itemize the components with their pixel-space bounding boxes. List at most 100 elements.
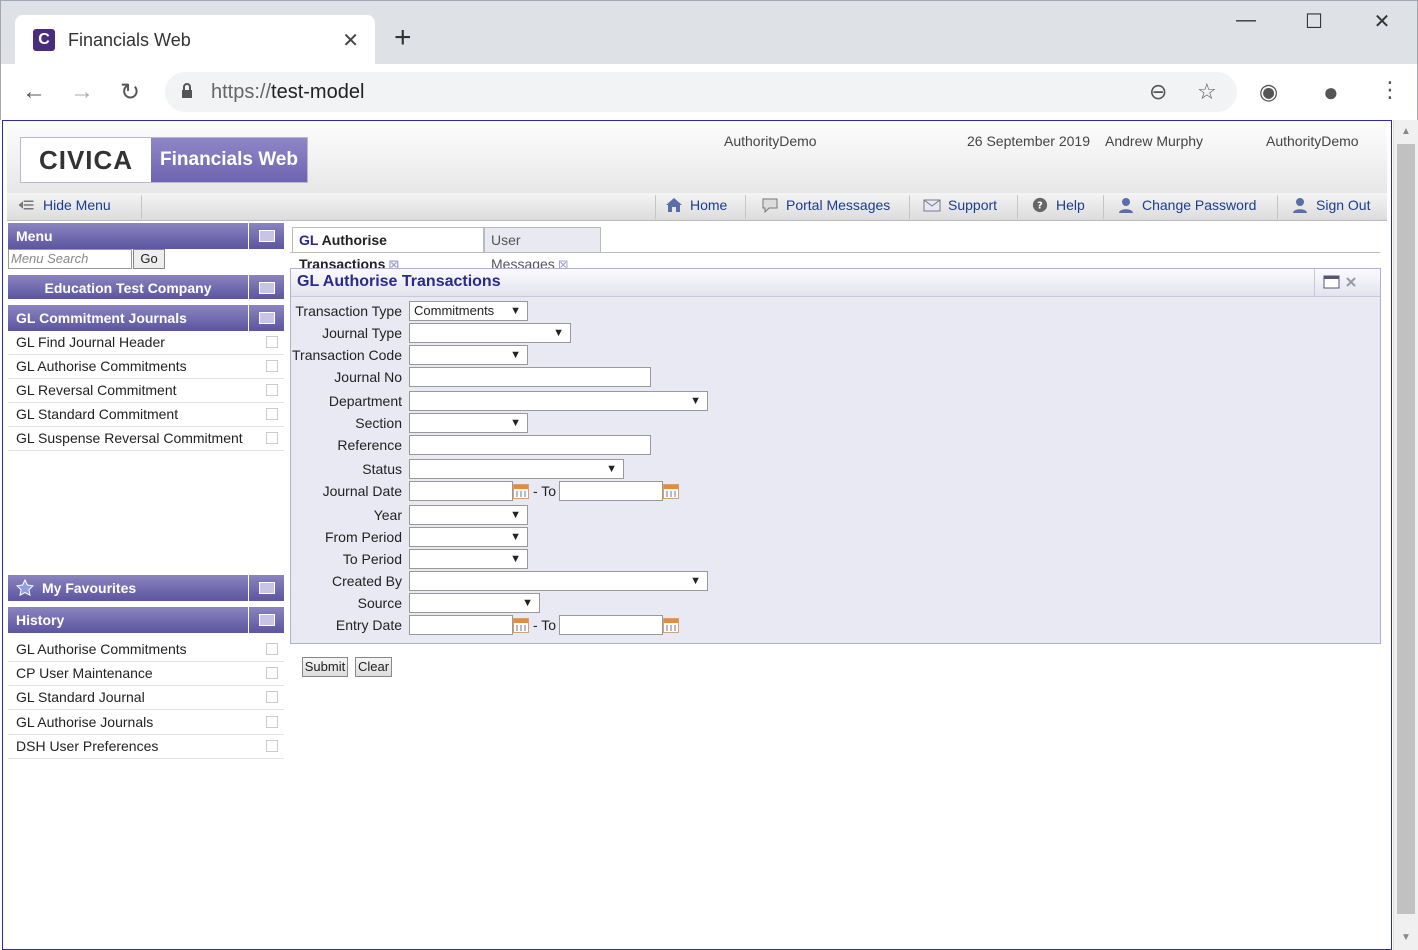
calendar-icon[interactable] (663, 484, 679, 499)
menu-header: Menu (8, 223, 284, 249)
form-title: GL Authorise Transactions (291, 269, 1380, 297)
open-window-icon (266, 360, 278, 372)
maximize-panel-icon[interactable] (1323, 274, 1341, 290)
browser-tab-title: Financials Web (68, 30, 191, 50)
favourites-collapse-icon[interactable] (248, 575, 284, 601)
logo-civica-text: CIVICA (38, 145, 134, 175)
status-select[interactable]: ▼ (409, 459, 624, 479)
tab-user-messages[interactable]: User Messages ⊠ (484, 227, 601, 272)
sidebar-item-label: GL Standard Commitment (16, 406, 179, 422)
history-collapse-icon[interactable] (248, 607, 284, 633)
section-folder-icon[interactable] (248, 305, 284, 331)
scroll-down-icon[interactable]: ▼ (1401, 932, 1411, 943)
support-label: Support (948, 197, 998, 213)
sidebar-item-gl-authorise-commitments[interactable]: GL Authorise Commitments (8, 355, 284, 379)
tab-gl-authorise-transactions[interactable]: GL Authorise Transactions ⊠ (292, 227, 484, 272)
new-tab-icon[interactable]: + (394, 23, 412, 53)
sign-out-link[interactable]: Sign Out (1291, 197, 1370, 213)
portal-messages-link[interactable]: Portal Messages (761, 197, 890, 213)
extension-icon[interactable]: ◉ (1259, 79, 1278, 105)
zoom-out-icon[interactable]: ⊖ (1149, 79, 1167, 105)
back-icon[interactable]: ← (19, 78, 49, 106)
close-panel-icon[interactable] (1345, 276, 1357, 288)
minimize-icon[interactable]: — (1229, 9, 1263, 39)
sidebar-item-gl-find-journal-header[interactable]: GL Find Journal Header (8, 331, 284, 355)
entry-date-from-input[interactable] (409, 615, 513, 635)
to-period-select[interactable]: ▼ (409, 549, 528, 569)
entry-date-to-input[interactable] (559, 615, 663, 635)
maximize-icon[interactable]: ☐ (1297, 9, 1331, 39)
chevron-down-icon: ▼ (510, 509, 521, 521)
section-select[interactable]: ▼ (409, 413, 528, 433)
tab-prefix: GL (299, 232, 319, 248)
page-scrollbar[interactable]: ▲ ▼ (1393, 120, 1418, 950)
history-item-label: DSH User Preferences (16, 738, 159, 754)
toolbar-divider (745, 195, 746, 219)
calendar-icon[interactable] (663, 618, 679, 633)
favourites-header[interactable]: My Favourites (8, 575, 284, 601)
toolbar-divider (1017, 195, 1018, 219)
close-tab-icon[interactable]: ✕ (342, 28, 359, 53)
submit-button[interactable]: Submit (302, 657, 348, 677)
company-name: Education Test Company (44, 280, 212, 296)
created-by-select[interactable]: ▼ (409, 571, 708, 591)
company-header[interactable]: Education Test Company (8, 275, 284, 301)
home-link[interactable]: Home (665, 197, 727, 213)
department-select[interactable]: ▼ (409, 391, 708, 411)
history-item-gl-standard-journal[interactable]: GL Standard Journal (8, 686, 284, 710)
from-period-select[interactable]: ▼ (409, 527, 528, 547)
history-header[interactable]: History (8, 607, 284, 633)
sidebar-item-gl-suspense-reversal-commitment[interactable]: GL Suspense Reversal Commitment (8, 427, 284, 451)
journal-date-to-input[interactable] (559, 481, 663, 501)
section-header[interactable]: GL Commitment Journals (8, 305, 284, 331)
clear-button[interactable]: Clear (355, 657, 392, 677)
menu-collapse-icon[interactable] (248, 223, 284, 249)
more-menu-icon[interactable]: ⋮ (1379, 77, 1401, 103)
change-password-link[interactable]: Change Password (1117, 197, 1256, 213)
hide-menu-button[interactable]: Hide Menu (17, 197, 111, 213)
form-panel: GL Authorise Transactions Transaction Ty… (290, 268, 1381, 644)
url-text: https://test-model (211, 81, 365, 103)
history-item-dsh-user-preferences[interactable]: DSH User Preferences (8, 735, 284, 759)
profile-icon[interactable]: ● (1323, 77, 1339, 108)
help-label: Help (1056, 197, 1085, 213)
toolbar-divider (1103, 195, 1104, 219)
sidebar-item-gl-standard-commitment[interactable]: GL Standard Commitment (8, 403, 284, 427)
journal-no-input[interactable] (409, 367, 651, 387)
browser-tab[interactable]: C Financials Web ✕ (15, 15, 375, 65)
sidebar-item-label: GL Suspense Reversal Commitment (16, 430, 243, 446)
bookmark-star-icon[interactable]: ☆ (1197, 79, 1217, 105)
calendar-icon[interactable] (513, 618, 529, 633)
address-bar[interactable]: https://test-model ⊖ ☆ (165, 72, 1237, 112)
journal-type-select[interactable]: ▼ (409, 323, 571, 343)
journal-date-from-input[interactable] (409, 481, 513, 501)
source-select[interactable]: ▼ (409, 593, 540, 613)
transaction-code-select[interactable]: ▼ (409, 345, 528, 365)
reload-icon[interactable]: ↻ (115, 78, 145, 107)
history-item-gl-authorise-journals[interactable]: GL Authorise Journals (8, 711, 284, 735)
sidebar-item-gl-reversal-commitment[interactable]: GL Reversal Commitment (8, 379, 284, 403)
calendar-icon[interactable] (513, 484, 529, 499)
history-item-label: GL Authorise Journals (16, 714, 154, 730)
journal-date-label: Journal Date (322, 483, 402, 499)
scrollbar-thumb[interactable] (1397, 144, 1415, 914)
go-button[interactable]: Go (133, 249, 165, 269)
open-window-icon (266, 643, 278, 655)
forward-icon[interactable]: → (67, 78, 97, 106)
year-select[interactable]: ▼ (409, 505, 528, 525)
help-link[interactable]: ? Help (1031, 197, 1085, 213)
scroll-up-icon[interactable]: ▲ (1401, 126, 1411, 137)
reference-input[interactable] (409, 435, 651, 455)
year-label: Year (373, 507, 402, 523)
history-item-gl-authorise-commitments[interactable]: GL Authorise Commitments (8, 638, 284, 662)
company-collapse-icon[interactable] (248, 275, 284, 301)
history-item-cp-user-maintenance[interactable]: CP User Maintenance (8, 662, 284, 686)
menu-search-input[interactable]: Menu Search (8, 249, 132, 269)
speech-bubble-icon (762, 198, 778, 213)
reference-label: Reference (337, 437, 402, 453)
transaction-type-select[interactable]: Commitments ▼ (409, 301, 528, 321)
civica-favicon-icon: C (33, 29, 55, 51)
open-window-icon (266, 716, 278, 728)
close-window-icon[interactable]: ✕ (1365, 9, 1399, 39)
support-link[interactable]: Support (923, 197, 997, 213)
